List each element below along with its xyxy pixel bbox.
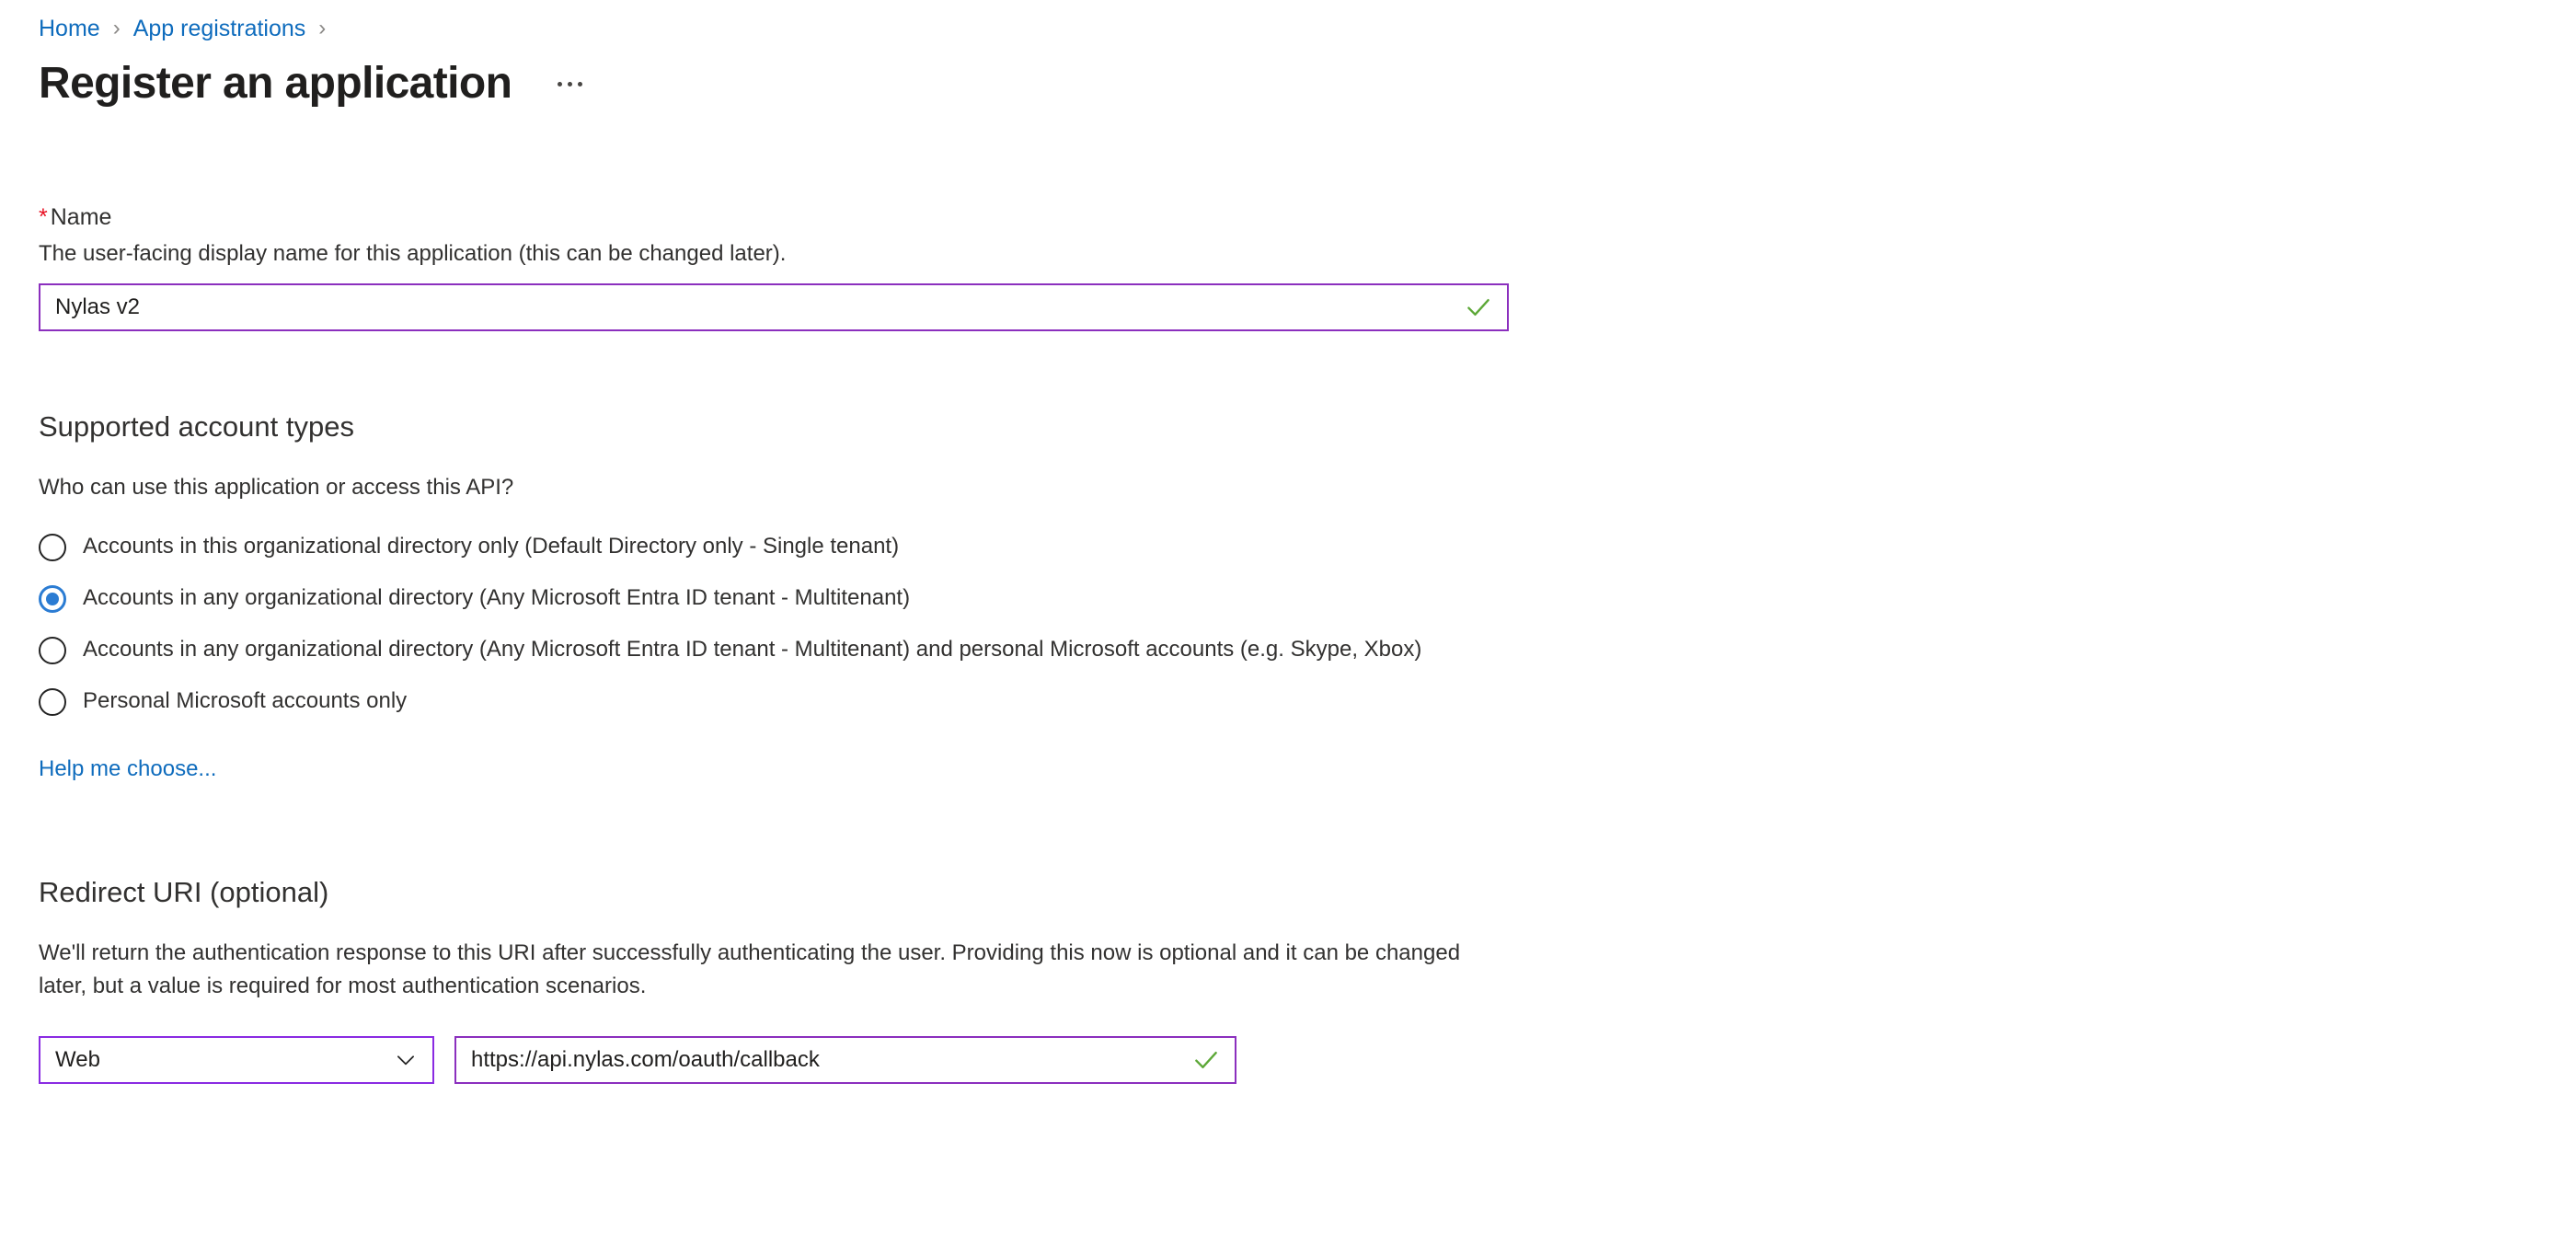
ellipsis-dot (567, 81, 572, 86)
platform-select[interactable]: Web (39, 1036, 434, 1084)
radio-option-multitenant[interactable]: Accounts in any organizational directory… (39, 582, 1547, 615)
radio-option-label: Personal Microsoft accounts only (83, 688, 408, 713)
radio-icon[interactable] (39, 534, 66, 561)
redirect-uri-input[interactable] (456, 1038, 1190, 1082)
supported-account-types-section: Supported account types Who can use this… (39, 409, 2576, 784)
radio-option-multitenant-and-personal[interactable]: Accounts in any organizational directory… (39, 633, 1547, 666)
radio-option-label: Accounts in any organizational directory… (83, 637, 1422, 662)
page-content: Home › App registrations › Register an a… (0, 0, 2576, 1084)
account-types-heading: Supported account types (39, 410, 354, 443)
radio-icon[interactable] (39, 688, 66, 716)
name-section: * Name The user-facing display name for t… (39, 202, 2576, 331)
account-types-question: Who can use this application or access t… (39, 475, 514, 500)
chevron-down-icon (397, 1055, 414, 1066)
name-description: The user-facing display name for this ap… (39, 241, 787, 266)
register-application-page: Home › App registrations › Register an a… (0, 0, 2576, 1233)
name-input-wrapper[interactable] (39, 283, 1509, 331)
more-actions-icon[interactable] (548, 65, 591, 102)
radio-option-single-tenant[interactable]: Accounts in this organizational director… (39, 530, 1547, 563)
name-label-text: Name (50, 204, 112, 230)
redirect-uri-heading: Redirect URI (optional) (39, 876, 329, 908)
valid-check-icon (1467, 299, 1489, 316)
valid-check-icon (1195, 1052, 1217, 1068)
ellipsis-dot (557, 81, 562, 86)
breadcrumb: Home › App registrations › (39, 13, 2576, 44)
page-title: Register an application (39, 59, 512, 108)
breadcrumb-item-app-registrations[interactable]: App registrations (133, 13, 306, 44)
redirect-uri-row: Web (39, 1036, 2576, 1084)
ellipsis-dot (577, 81, 582, 86)
radio-icon[interactable] (39, 637, 66, 664)
name-input[interactable] (40, 285, 1463, 329)
radio-icon-selected[interactable] (39, 585, 66, 613)
breadcrumb-item-home[interactable]: Home (39, 13, 100, 44)
redirect-uri-section: Redirect URI (optional) We'll return the… (39, 874, 2576, 1084)
title-row: Register an application (39, 57, 2576, 110)
redirect-uri-description: We'll return the authentication response… (39, 940, 1461, 998)
chevron-right-icon: › (112, 16, 121, 40)
redirect-uri-input-wrapper[interactable] (454, 1036, 1236, 1084)
chevron-right-icon: › (318, 16, 327, 40)
help-me-choose-link[interactable]: Help me choose... (39, 755, 216, 784)
account-types-radio-group: Accounts in this organizational director… (39, 530, 2576, 718)
radio-option-label: Accounts in any organizational directory… (83, 585, 911, 610)
name-field-label: * Name (39, 202, 2576, 232)
radio-option-label: Accounts in this organizational director… (83, 534, 900, 559)
platform-select-value: Web (55, 1047, 100, 1072)
radio-option-personal-only[interactable]: Personal Microsoft accounts only (39, 685, 1547, 718)
required-asterisk: * (39, 204, 48, 230)
